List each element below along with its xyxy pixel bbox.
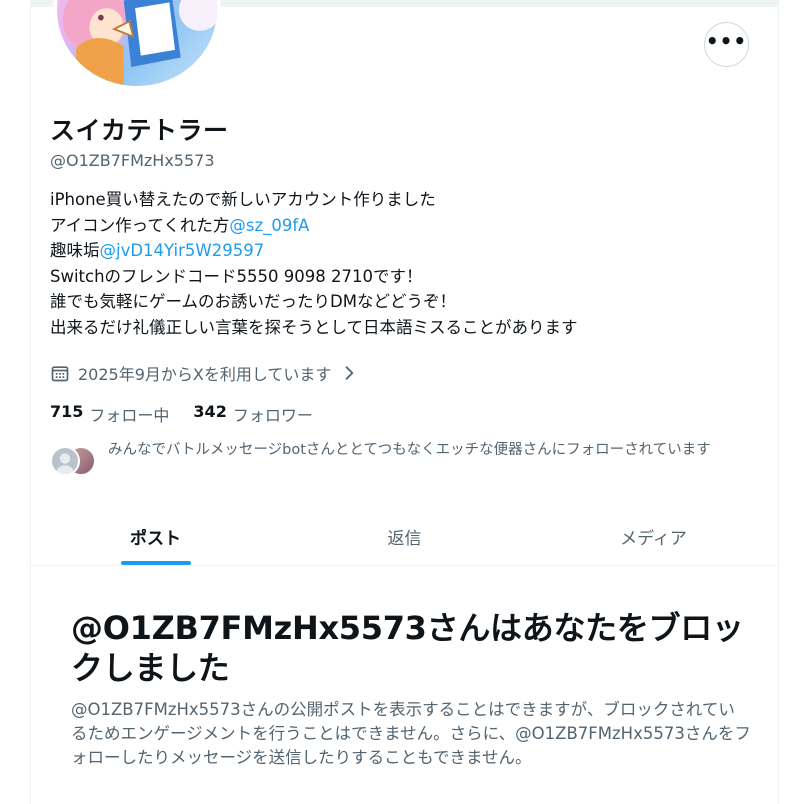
bio-line: iPhone買い替えたので新しいアカウント作りました	[50, 190, 436, 209]
joined-date[interactable]: 2025年9月からXを利用しています	[50, 361, 359, 385]
profile-bio: iPhone買い替えたので新しいアカウント作りました アイコン作ってくれた方@s…	[50, 187, 740, 341]
blocked-title: @O1ZB7FMzHx5573さんはあなたをブロックしました	[71, 609, 744, 687]
tab-posts[interactable]: ポスト	[31, 508, 280, 565]
mention-link[interactable]: @sz_09fA	[229, 216, 309, 235]
following-count: 715	[50, 402, 84, 421]
followers-you-know[interactable]: みんなでバトルメッセージbotさんととてつもなくエッチな便器さんにフォローされて…	[50, 440, 765, 480]
followers-label: フォロワー	[232, 406, 313, 425]
user-handle: @O1ZB7FMzHx5573	[50, 151, 215, 170]
followers-count: 342	[193, 402, 227, 421]
tab-label: 返信	[387, 529, 422, 549]
bio-line: 出来るだけ礼儀正しい言葉を探そうとして日本語ミスることがあります	[50, 317, 578, 337]
default-user-icon	[56, 453, 74, 474]
bio-line: アイコン作ってくれた方@sz_09fA	[50, 213, 740, 239]
bio-text: アイコン作ってくれた方	[50, 215, 230, 235]
blocked-notice: @O1ZB7FMzHx5573さんはあなたをブロックしました @O1ZB7FMz…	[71, 608, 751, 770]
tab-label: メディア	[620, 529, 687, 549]
followers-you-know-text: みんなでバトルメッセージbotさんととてつもなくエッチな便器さんにフォローされて…	[108, 442, 711, 458]
following-link[interactable]: 715 フォロー中	[50, 402, 169, 426]
chevron-right-icon	[345, 366, 354, 380]
follow-counts: 715 フォロー中 342 フォロワー	[50, 402, 313, 426]
followers-link[interactable]: 342 フォロワー	[193, 402, 312, 426]
more-horizontal-icon: •••	[705, 28, 748, 53]
tab-replies[interactable]: 返信	[280, 508, 529, 565]
active-tab-indicator	[120, 561, 191, 565]
profile-tabs: ポスト 返信 メディア	[31, 508, 778, 566]
avatar	[50, 446, 80, 476]
calendar-icon	[51, 366, 69, 382]
more-options-button[interactable]: •••	[704, 22, 749, 67]
avatar-illustration	[62, 0, 217, 86]
bio-line: 趣味垢@jvD14Yir5W29597	[50, 238, 740, 264]
tab-label: ポスト	[130, 529, 181, 549]
bio-text: 趣味垢	[50, 241, 100, 261]
following-label: フォロー中	[89, 406, 170, 425]
bio-line: Switchのフレンドコード5550 9098 2710です！	[50, 266, 423, 286]
blocked-description: @O1ZB7FMzHx5573さんの公開ポストを表示することはできますが、ブロッ…	[71, 700, 751, 767]
display-name: スイカテトラー	[50, 116, 229, 145]
mutual-avatars	[50, 444, 98, 480]
tab-media[interactable]: メディア	[529, 508, 778, 565]
profile-page: ••• スイカテトラー @O1ZB7FMzHx5573 iPhone買い替えたの…	[30, 0, 779, 804]
bio-line: 誰でも気軽にゲームのお誘いだったりDMなどどうぞ！	[50, 292, 456, 312]
mention-link[interactable]: @jvD14Yir5W29597	[100, 241, 265, 260]
joined-text: 2025年9月からXを利用しています	[78, 365, 332, 384]
profile-avatar[interactable]	[53, 0, 221, 90]
